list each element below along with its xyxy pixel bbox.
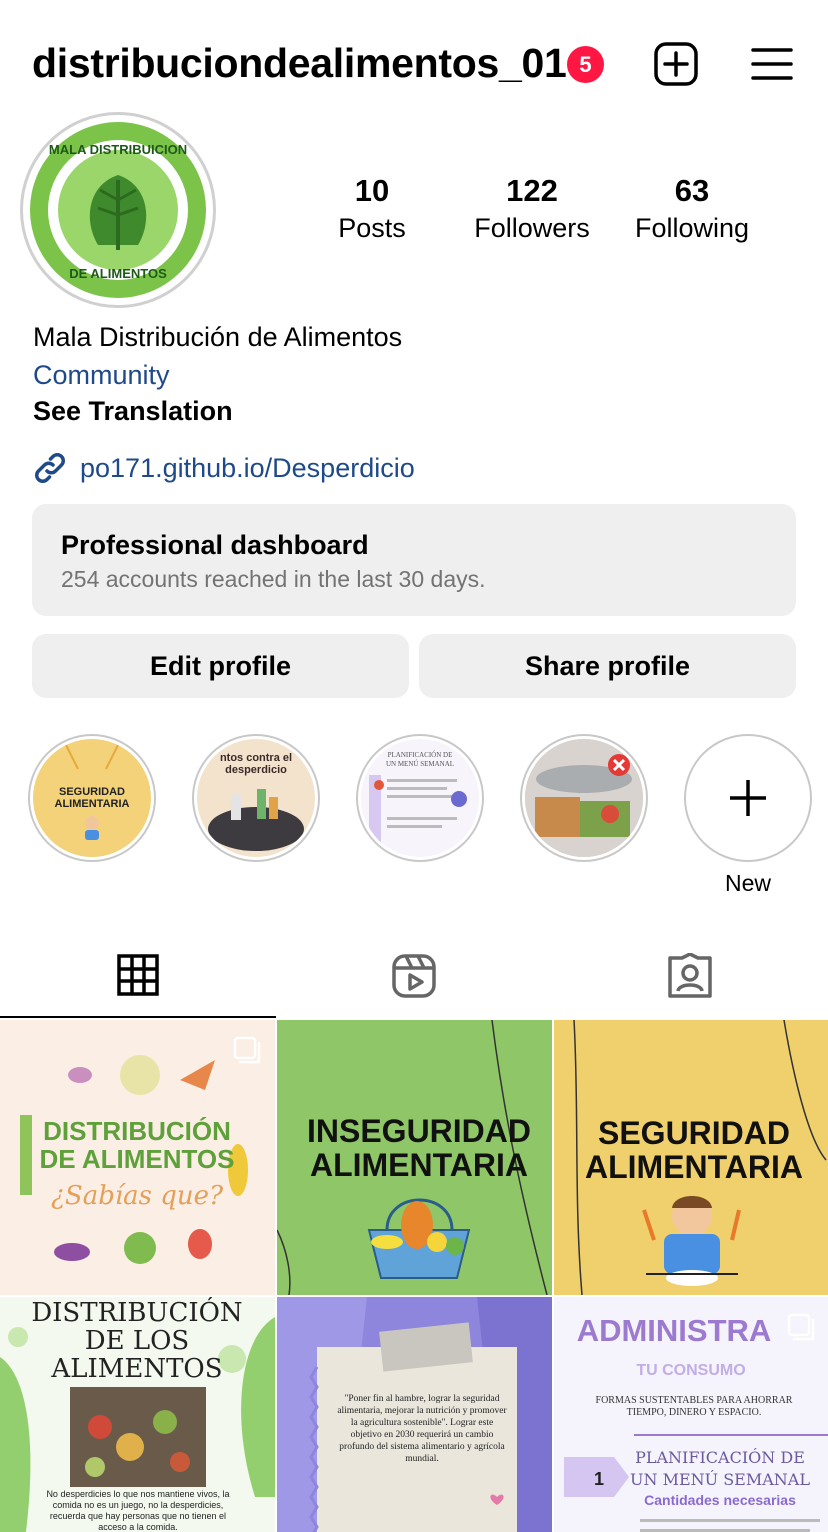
link-icon	[35, 453, 65, 483]
plus-square-icon[interactable]	[650, 38, 702, 90]
profile-tabs	[0, 934, 828, 1018]
reels-icon	[392, 954, 436, 998]
highlight-thumb-food	[525, 739, 643, 857]
post-thumbnail-5[interactable]: "Poner fin al hambre, lograr la segurida…	[277, 1297, 552, 1532]
tab-reels[interactable]	[276, 934, 552, 1018]
highlight-desperdicio[interactable]: ntos contra el desperdicio	[192, 734, 320, 862]
svg-text:1: 1	[594, 1469, 604, 1489]
svg-text:¿Sabías que?: ¿Sabías que?	[51, 1181, 224, 1211]
logo-leaf-icon: MALA DISTRIBUICION DE ALIMENTOS	[30, 122, 206, 298]
hamburger-menu-icon[interactable]	[748, 40, 796, 88]
post-4-illustration: DISTRIBUCIÓN DE LOS ALIMENTOS No desperd…	[0, 1297, 275, 1532]
svg-text:DE ALIMENTOS: DE ALIMENTOS	[69, 266, 167, 281]
dashboard-subtitle: 254 accounts reached in the last 30 days…	[61, 566, 486, 592]
share-profile-button[interactable]: Share profile	[419, 634, 796, 698]
highlight-thumb-planificacion: PLANIFICACIÓN DE UN MENÚ SEMANAL	[369, 751, 467, 845]
post-thumbnail-1[interactable]: DISTRIBUCIÓN DE ALIMENTOS ¿Sabías que?	[0, 1020, 275, 1295]
svg-text:SEGURIDAD: SEGURIDAD	[59, 786, 125, 798]
see-translation-link[interactable]: See Translation	[33, 396, 233, 427]
highlight-thumb-seguridad: SEGURIDAD ALIMENTARIA	[55, 739, 130, 840]
svg-text:ALIMENTARIA: ALIMENTARIA	[55, 798, 130, 810]
profile-category: Community	[33, 360, 170, 390]
svg-text:ADMINISTRA: ADMINISTRA	[577, 1313, 772, 1348]
highlight-food-photo[interactable]	[520, 734, 648, 862]
tagged-icon	[668, 953, 712, 998]
followers-label: Followers	[474, 213, 590, 243]
posts-label: Posts	[338, 213, 406, 243]
svg-text:INSEGURIDAD: INSEGURIDAD	[307, 1113, 531, 1149]
svg-text:SEGURIDAD: SEGURIDAD	[598, 1115, 790, 1151]
svg-text:DISTRIBUCIÓN: DISTRIBUCIÓN	[43, 1116, 231, 1146]
followers-count: 122	[506, 173, 558, 208]
post-2-illustration: INSEGURIDAD ALIMENTARIA	[277, 1020, 548, 1295]
svg-text:Cantidades necesarias: Cantidades necesarias	[644, 1492, 796, 1508]
avatar[interactable]: MALA DISTRIBUICION DE ALIMENTOS	[20, 112, 216, 308]
new-highlight-label: New	[724, 870, 771, 896]
svg-text:PLANIFICACIÓN DE: PLANIFICACIÓN DE	[388, 751, 453, 759]
carousel-icon	[787, 1313, 815, 1341]
notification-badge[interactable]: 5	[567, 46, 604, 83]
svg-text:DISTRIBUCIÓN: DISTRIBUCIÓN	[31, 1297, 242, 1328]
tab-tagged[interactable]	[552, 934, 828, 1018]
svg-text:ALIMENTOS: ALIMENTOS	[50, 1354, 222, 1384]
professional-dashboard[interactable]: Professional dashboard 254 accounts reac…	[32, 504, 796, 616]
new-highlight-button[interactable]	[684, 734, 812, 862]
profile-link[interactable]: po171.github.io/Desperdicio	[32, 450, 415, 486]
following-count: 63	[674, 173, 710, 208]
post-thumbnail-3[interactable]: SEGURIDAD ALIMENTARIA	[554, 1020, 828, 1295]
following-stat[interactable]: 63 Following	[622, 172, 762, 246]
post-5-illustration: "Poner fin al hambre, lograr la segurida…	[277, 1297, 552, 1532]
profile-header: distribuciondealimentos_01 5	[0, 0, 828, 128]
posts-grid: DISTRIBUCIÓN DE ALIMENTOS ¿Sabías que? I…	[0, 1020, 828, 1532]
svg-text:TU CONSUMO: TU CONSUMO	[636, 1362, 745, 1379]
svg-text:DE LOS: DE LOS	[85, 1326, 189, 1356]
svg-text:UN MENÚ SEMANAL: UN MENÚ SEMANAL	[630, 1469, 810, 1489]
svg-text:UN MENÚ SEMANAL: UN MENÚ SEMANAL	[386, 760, 454, 768]
post-thumbnail-4[interactable]: DISTRIBUCIÓN DE LOS ALIMENTOS No desperd…	[0, 1297, 275, 1532]
post-thumbnail-6[interactable]: ADMINISTRA TU CONSUMO FORMAS SUSTENTABLE…	[554, 1297, 828, 1532]
posts-stat[interactable]: 10 Posts	[322, 172, 422, 246]
svg-text:ALIMENTARIA: ALIMENTARIA	[310, 1147, 528, 1183]
tab-grid[interactable]	[0, 934, 276, 1018]
carousel-icon	[233, 1036, 261, 1064]
highlight-thumb-desperdicio: ntos contra el desperdicio	[208, 752, 304, 851]
followers-stat[interactable]: 122 Followers	[462, 172, 602, 246]
following-label: Following	[634, 213, 750, 243]
highlight-seguridad[interactable]: SEGURIDAD ALIMENTARIA	[28, 734, 156, 862]
post-thumbnail-2[interactable]: INSEGURIDAD ALIMENTARIA	[277, 1020, 552, 1295]
svg-text:desperdicio: desperdicio	[225, 764, 287, 776]
profile-link-text[interactable]: po171.github.io/Desperdicio	[80, 453, 415, 484]
username[interactable]: distribuciondealimentos_01	[32, 40, 567, 87]
grid-icon	[117, 954, 159, 996]
svg-text:DE ALIMENTOS: DE ALIMENTOS	[39, 1144, 234, 1174]
posts-count: 10	[354, 173, 390, 208]
profile-name: Mala Distribución de Alimentos	[33, 322, 403, 352]
post-3-illustration: SEGURIDAD ALIMENTARIA	[573, 1020, 827, 1295]
plus-icon	[730, 780, 766, 816]
svg-text:ntos contra el: ntos contra el	[220, 752, 292, 764]
dashboard-title: Professional dashboard	[61, 530, 369, 560]
highlight-planificacion[interactable]: PLANIFICACIÓN DE UN MENÚ SEMANAL	[356, 734, 484, 862]
svg-text:PLANIFICACIÓN DE: PLANIFICACIÓN DE	[635, 1447, 805, 1467]
edit-profile-button[interactable]: Edit profile	[32, 634, 409, 698]
svg-text:MALA DISTRIBUICION: MALA DISTRIBUICION	[49, 142, 187, 157]
svg-text:ALIMENTARIA: ALIMENTARIA	[585, 1149, 803, 1185]
